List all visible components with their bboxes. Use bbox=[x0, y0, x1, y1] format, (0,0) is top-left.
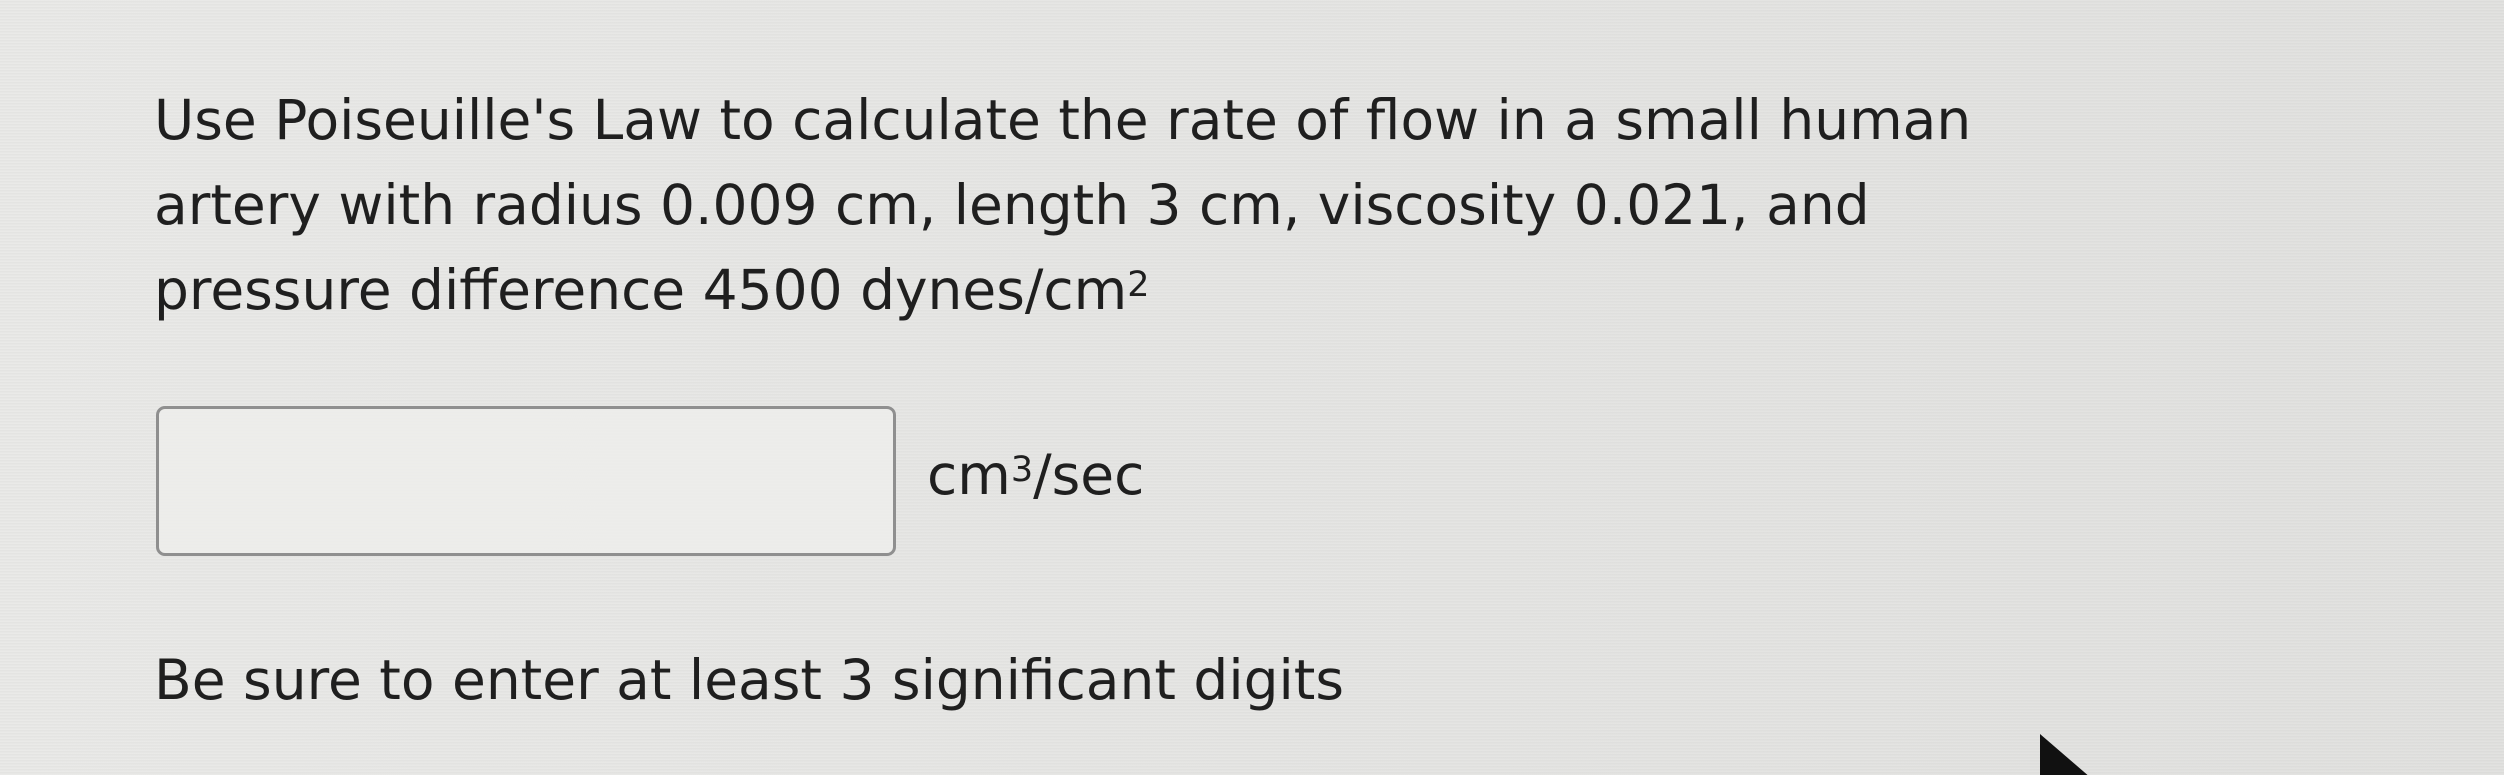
question-text: Use Poiseuille's Law to calculate the ra… bbox=[154, 78, 2404, 333]
pressure-unit-superscript: 2 bbox=[1127, 265, 1150, 305]
question-line-2: artery with radius 0.009 cm, length 3 cm… bbox=[154, 173, 1870, 237]
significant-digits-note: Be sure to enter at least 3 significant … bbox=[154, 648, 1345, 712]
pressure-unit-text: pressure difference 4500 dynes/cm bbox=[154, 258, 1128, 322]
mouse-pointer-icon bbox=[2040, 734, 2088, 775]
question-line-3: pressure difference 4500 dynes/cm2 bbox=[154, 258, 1150, 322]
answer-unit: cm3/sec bbox=[927, 440, 1144, 510]
answer-unit-suffix: /sec bbox=[1033, 442, 1145, 507]
answer-input[interactable] bbox=[156, 406, 896, 556]
question-line-1: Use Poiseuille's Law to calculate the ra… bbox=[154, 88, 1972, 152]
answer-unit-base: cm bbox=[927, 442, 1011, 507]
answer-row: cm3/sec bbox=[156, 405, 1144, 557]
answer-unit-superscript: 3 bbox=[1010, 449, 1034, 490]
question-screen: Use Poiseuille's Law to calculate the ra… bbox=[0, 0, 2504, 775]
